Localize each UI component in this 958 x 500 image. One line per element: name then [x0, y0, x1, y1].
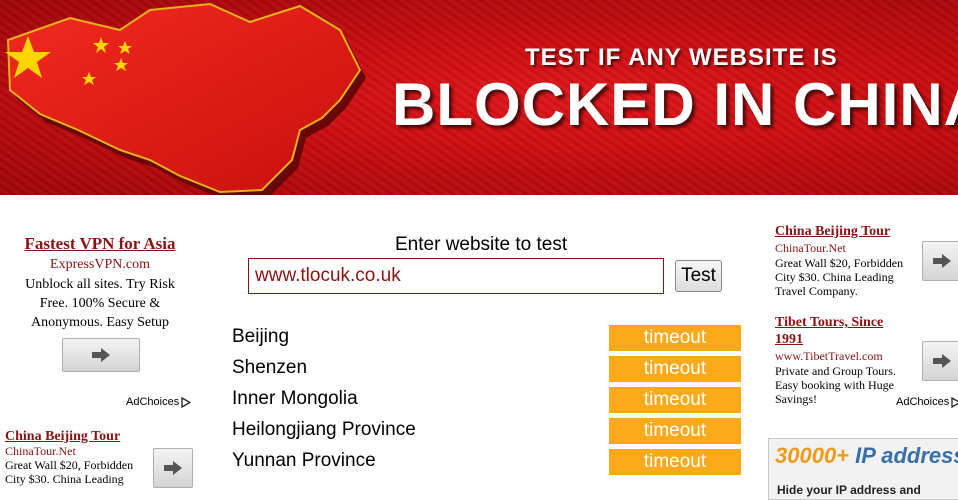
right-ad2-title-line2[interactable]: 1991 — [775, 331, 915, 348]
left-ad: Fastest VPN for Asia ExpressVPN.com Unbl… — [0, 232, 200, 332]
result-row: Yunnan Province timeout — [232, 448, 744, 479]
result-row: Beijing timeout — [232, 324, 744, 355]
headline-big: BLOCKED IN CHINA — [392, 71, 958, 138]
left-ad-desc-line3: Anonymous. Easy Setup — [30, 315, 170, 330]
right-ad2-go-button[interactable] — [922, 341, 958, 381]
ip-promo-number: 30000+ — [775, 443, 850, 468]
right-ad1-desc-line2: City $30. China Leading — [775, 270, 894, 284]
china-map-flag-graphic — [5, 2, 366, 195]
result-location: Shenzen — [232, 357, 308, 378]
left-ad2-go-button[interactable] — [153, 448, 193, 488]
left-ad-2: China Beijing Tour ChinaTour.Net Great W… — [5, 430, 155, 487]
left-ad2-title-link[interactable]: China Beijing Tour — [5, 430, 155, 444]
right-ad2-desc-line2: Easy booking with Huge — [775, 378, 894, 392]
right-ad2-title-line1[interactable]: Tibet Tours, Since — [775, 314, 915, 331]
ip-promo-text: IP addresses — [855, 443, 958, 468]
result-location: Heilongjiang Province — [232, 419, 416, 440]
left-ad2-desc-line1: Great Wall $20, Forbidden — [5, 458, 134, 472]
header-banner: TEST IF ANY WEBSITE IS BLOCKED IN CHINA — [0, 0, 958, 195]
left-adchoices[interactable]: AdChoices — [126, 396, 192, 408]
arrow-right-icon — [933, 254, 951, 268]
result-row: Heilongjiang Province timeout — [232, 417, 744, 448]
adchoices-icon — [951, 396, 958, 408]
result-location: Yunnan Province — [232, 450, 376, 471]
ip-address-promo[interactable]: 30000+ IP addresses Hide your IP address… — [768, 438, 958, 500]
arrow-right-icon — [933, 354, 951, 368]
right-ad1-desc-line1: Great Wall $20, Forbidden — [775, 256, 904, 270]
left-ad2-url[interactable]: ChinaTour.Net — [5, 444, 155, 458]
headline-small: TEST IF ANY WEBSITE IS — [525, 44, 838, 71]
right-adchoices[interactable]: AdChoices — [896, 396, 958, 408]
right-ad2-desc-line3: Savings! — [775, 392, 817, 406]
result-status: timeout — [609, 449, 741, 475]
result-row: Shenzen timeout — [232, 355, 744, 386]
adchoices-icon — [181, 396, 192, 408]
right-ad2-url[interactable]: www.TibetTravel.com — [775, 349, 915, 363]
right-ad1-go-button[interactable] — [922, 241, 958, 281]
right-ad1-url[interactable]: ChinaTour.Net — [775, 241, 915, 255]
result-status: timeout — [609, 418, 741, 444]
website-url-input[interactable] — [248, 258, 664, 294]
arrow-right-icon — [92, 348, 110, 362]
left-ad2-desc-line2: City $30. China Leading — [5, 472, 124, 486]
result-location: Beijing — [232, 326, 290, 347]
adchoices-label: AdChoices — [126, 396, 180, 408]
result-status: timeout — [609, 356, 741, 382]
arrow-right-icon — [164, 461, 182, 475]
left-ad-desc-line2: Free. 100% Secure & — [39, 296, 161, 311]
left-ad-go-button[interactable] — [62, 338, 140, 372]
adchoices-label: AdChoices — [896, 396, 950, 408]
result-row: Inner Mongolia timeout — [232, 386, 744, 417]
left-ad-title-link[interactable]: Fastest VPN for Asia — [0, 234, 200, 254]
right-ad2-desc-line1: Private and Group Tours. — [775, 364, 896, 378]
right-ad1-title-link[interactable]: China Beijing Tour — [775, 223, 915, 240]
test-button[interactable]: Test — [675, 260, 722, 292]
form-label: Enter website to test — [395, 234, 568, 255]
right-ad-2: Tibet Tours, Since 1991 www.TibetTravel.… — [775, 314, 915, 406]
result-status: timeout — [609, 325, 741, 351]
result-location: Inner Mongolia — [232, 388, 358, 409]
right-ad-1: China Beijing Tour ChinaTour.Net Great W… — [775, 223, 915, 298]
result-status: timeout — [609, 387, 741, 413]
ip-promo-heading: 30000+ IP addresses — [775, 443, 958, 469]
left-ad-desc-line1: Unblock all sites. Try Risk — [25, 277, 175, 292]
left-ad-url[interactable]: ExpressVPN.com — [0, 257, 200, 273]
right-ad1-desc-line3: Travel Company. — [775, 284, 858, 298]
ip-promo-sub: Hide your IP address and — [777, 483, 921, 497]
results-table: Beijing timeout Shenzen timeout Inner Mo… — [232, 324, 744, 479]
